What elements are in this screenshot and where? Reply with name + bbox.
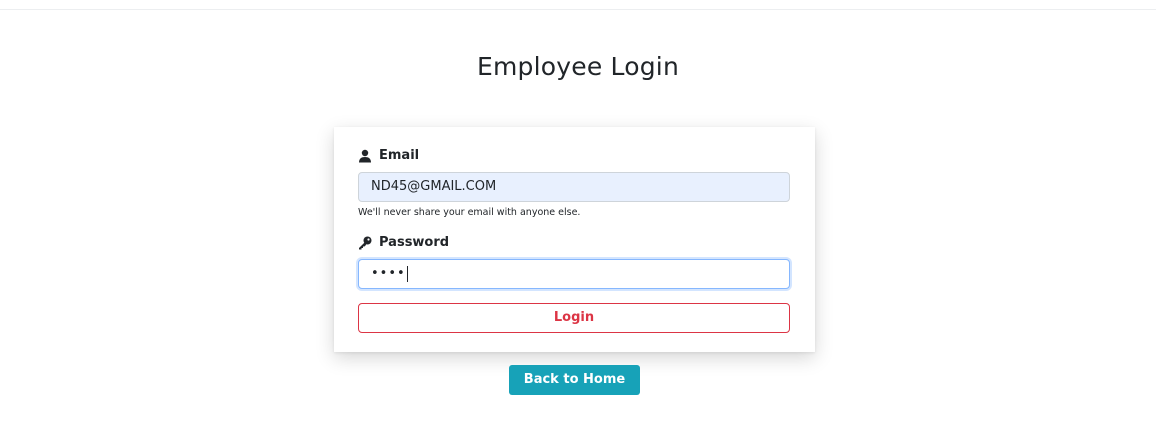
key-icon	[358, 236, 372, 250]
back-to-home-button[interactable]: Back to Home	[509, 365, 640, 395]
login-button[interactable]: Login	[358, 303, 790, 333]
password-masked-value: ••••	[371, 266, 406, 281]
email-label-row: Email	[358, 148, 419, 163]
password-label-row: Password	[358, 235, 449, 250]
page-title: Employee Login	[476, 52, 679, 81]
login-card: Email ND45@GMAIL.COM We'll never share y…	[334, 127, 815, 352]
email-value: ND45@GMAIL.COM	[371, 179, 497, 194]
password-label: Password	[379, 235, 450, 250]
email-field[interactable]: ND45@GMAIL.COM	[358, 172, 790, 202]
email-help-text: We'll never share your email with anyone…	[358, 207, 581, 218]
password-field[interactable]: ••••	[358, 259, 790, 289]
user-icon	[358, 149, 372, 163]
text-caret	[406, 265, 408, 282]
top-divider	[0, 9, 1156, 10]
email-label: Email	[379, 148, 420, 163]
